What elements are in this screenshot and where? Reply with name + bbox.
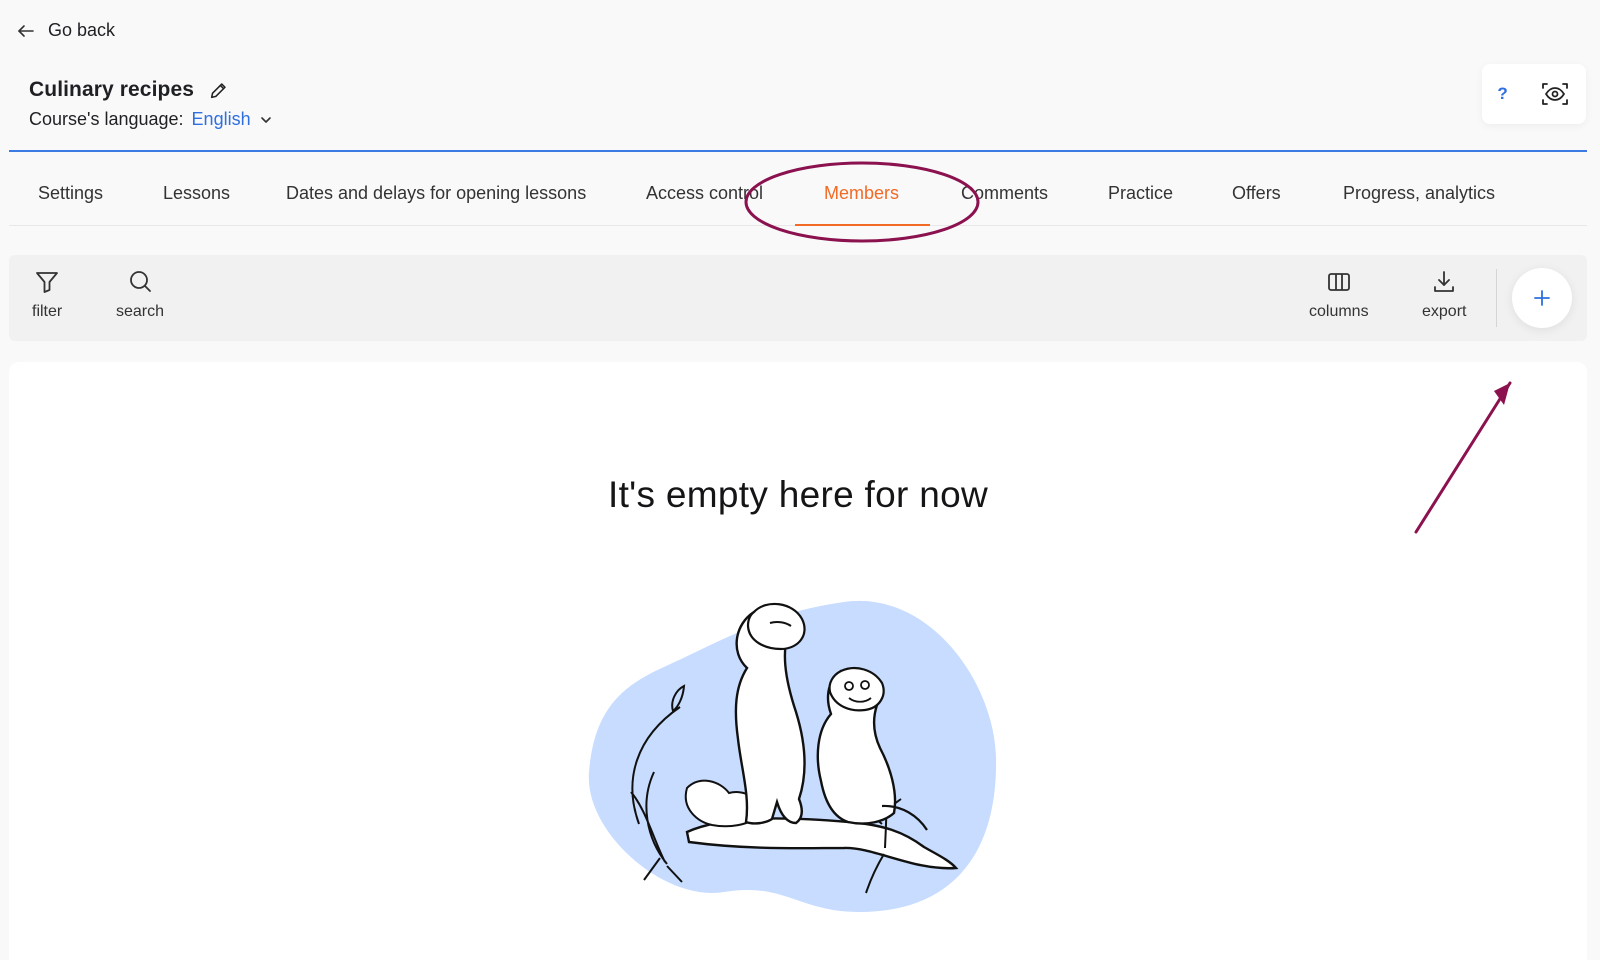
add-member-button[interactable]: [1512, 268, 1572, 328]
course-language-row: Course's language: English: [29, 109, 273, 130]
tab-members[interactable]: Members: [824, 160, 899, 226]
course-title-row: Culinary recipes: [29, 78, 230, 102]
pencil-icon[interactable]: [208, 79, 230, 101]
tab-dates-and-delays[interactable]: Dates and delays for opening lessons: [286, 160, 586, 226]
filter-button[interactable]: filter: [32, 269, 62, 321]
page-header: Go back Culinary recipes Course's langua…: [0, 0, 1600, 156]
language-select[interactable]: English: [192, 109, 273, 130]
course-language-label: Course's language:: [29, 109, 184, 129]
go-back-link[interactable]: Go back: [16, 20, 115, 41]
course-title: Culinary recipes: [29, 78, 195, 101]
course-tabs: Settings Lessons Dates and delays for op…: [9, 160, 1587, 226]
export-label: export: [1422, 303, 1467, 320]
columns-icon: [1327, 273, 1350, 291]
tab-lessons[interactable]: Lessons: [163, 160, 230, 226]
columns-button[interactable]: columns: [1309, 269, 1369, 321]
search-label: search: [116, 303, 165, 320]
search-button[interactable]: search: [116, 269, 164, 321]
members-content: It's empty here for now: [9, 362, 1587, 960]
meerkats-illustration: [588, 600, 997, 912]
meerkat-small-head: [828, 666, 885, 712]
download-icon: [1434, 271, 1455, 292]
tab-comments[interactable]: Comments: [961, 160, 1048, 226]
eye-icon[interactable]: [1539, 78, 1571, 110]
top-right-tools: ?: [1482, 64, 1586, 124]
members-toolbar: filter search columns export: [9, 255, 1587, 341]
toolbar-divider: [1496, 269, 1497, 327]
tab-settings[interactable]: Settings: [38, 160, 103, 226]
tab-access-control[interactable]: Access control: [646, 160, 763, 226]
chevron-down-icon: [260, 116, 271, 123]
empty-state-title: It's empty here for now: [607, 474, 988, 515]
export-button[interactable]: export: [1422, 269, 1466, 321]
tab-progress-analytics[interactable]: Progress, analytics: [1343, 160, 1495, 226]
tab-offers[interactable]: Offers: [1232, 160, 1281, 226]
filter-label: filter: [32, 303, 63, 320]
columns-label: columns: [1309, 303, 1369, 320]
meerkat-large-head: [746, 602, 806, 651]
filter-icon: [36, 272, 59, 293]
active-tab-indicator: [795, 224, 930, 226]
plus-icon: [1534, 290, 1550, 306]
tab-practice[interactable]: Practice: [1108, 160, 1173, 226]
search-icon: [130, 271, 151, 292]
help-button[interactable]: ?: [1497, 84, 1507, 104]
language-value: English: [191, 109, 251, 129]
go-back-label: Go back: [48, 20, 116, 40]
arrow-left-icon: [18, 24, 34, 37]
header-divider: [9, 150, 1587, 152]
